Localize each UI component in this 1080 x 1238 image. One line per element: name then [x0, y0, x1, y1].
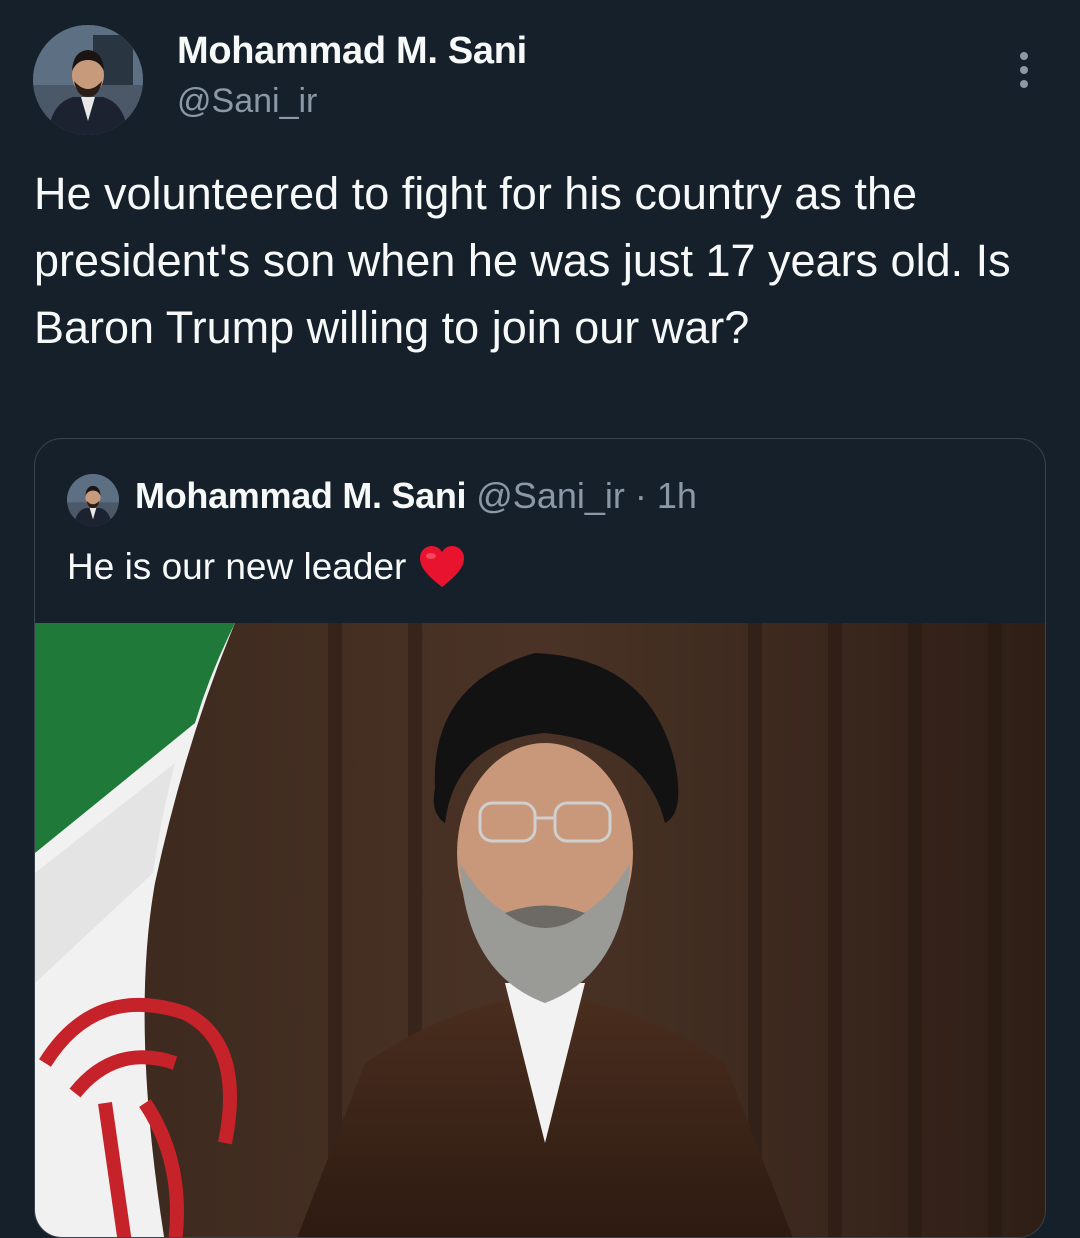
author-display-name[interactable]: Mohammad M. Sani: [177, 30, 527, 73]
dot: [1020, 66, 1028, 74]
more-options-icon[interactable]: [1006, 50, 1042, 90]
quoted-tweet-header: Mohammad M. Sani @Sani_ir · 1h: [135, 475, 697, 517]
author-avatar[interactable]: [33, 25, 143, 135]
red-heart-icon: [420, 546, 465, 587]
tweet-text: He volunteered to fight for his country …: [34, 168, 1011, 353]
quoted-tweet-card[interactable]: Mohammad M. Sani @Sani_ir · 1h He is our…: [34, 438, 1046, 1238]
quoted-timestamp[interactable]: 1h: [657, 475, 697, 516]
dot: [1020, 52, 1028, 60]
portrait-photo: [35, 623, 1045, 1237]
dot: [1020, 80, 1028, 88]
tweet[interactable]: Mohammad M. Sani @Sani_ir He volunteered…: [0, 0, 1080, 1238]
avatar-image: [33, 25, 143, 135]
quoted-author-handle[interactable]: @Sani_ir: [476, 475, 625, 516]
quoted-author-avatar[interactable]: [67, 474, 119, 526]
quoted-author-display-name[interactable]: Mohammad M. Sani: [135, 475, 467, 516]
author-handle[interactable]: @Sani_ir: [177, 82, 317, 121]
quoted-tweet-photo[interactable]: [35, 623, 1045, 1237]
avatar-image: [67, 474, 119, 526]
quoted-tweet-text-row: He is our new leader: [67, 545, 466, 589]
quoted-separator: ·: [634, 475, 647, 516]
quoted-tweet-text: He is our new leader: [67, 546, 407, 587]
